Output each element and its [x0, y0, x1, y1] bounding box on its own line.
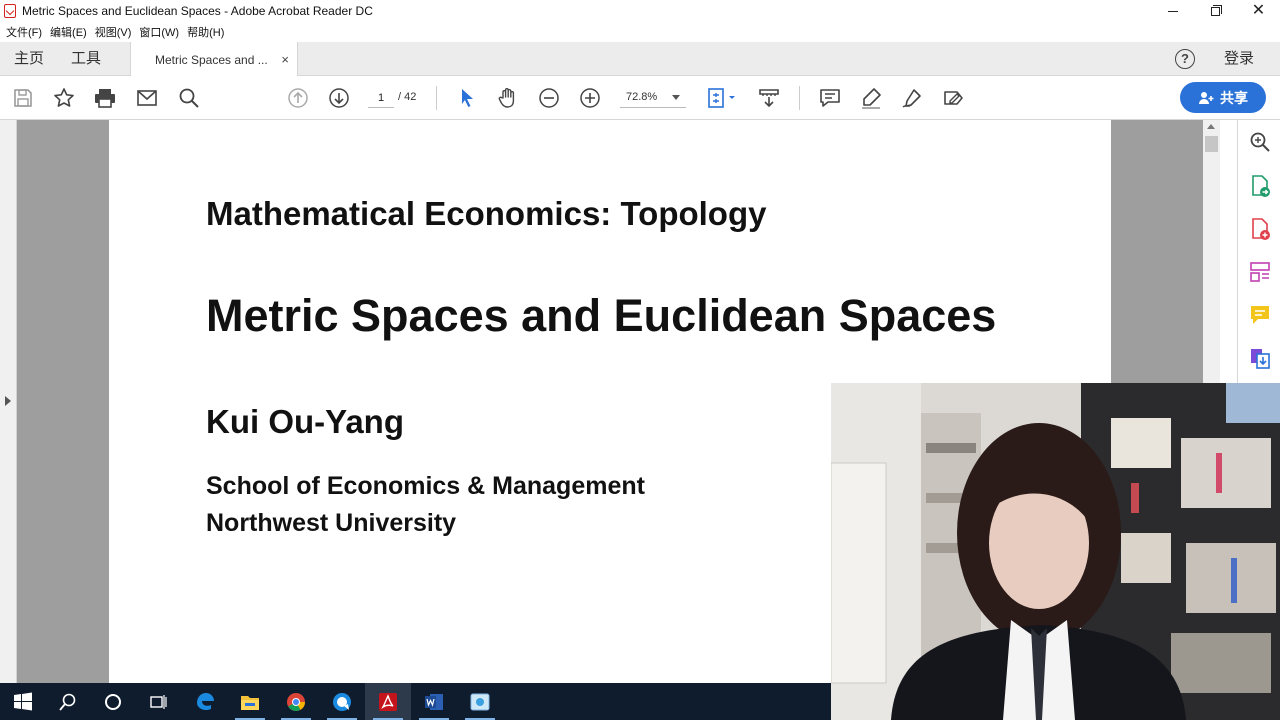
- document-tab-label: Metric Spaces and ...: [155, 52, 268, 67]
- menu-help[interactable]: 帮助(H): [187, 24, 224, 40]
- word-icon[interactable]: [411, 683, 457, 720]
- acrobat-app-icon: [4, 4, 16, 18]
- scroll-mode-icon[interactable]: [757, 86, 781, 110]
- expand-right-icon: [5, 396, 11, 406]
- menu-view[interactable]: 视图(V): [95, 24, 132, 40]
- toolbar-divider: [436, 86, 437, 110]
- tab-document[interactable]: Metric Spaces and ... ×: [130, 42, 298, 77]
- zoom-value: 72.8%: [626, 91, 658, 103]
- menu-file[interactable]: 文件(F): [6, 24, 42, 40]
- cortana-icon[interactable]: [90, 683, 136, 720]
- page-total: / 42: [398, 91, 417, 103]
- restore-button[interactable]: [1194, 0, 1237, 22]
- window-title: Metric Spaces and Euclidean Spaces - Ado…: [22, 4, 373, 18]
- tab-home[interactable]: 主页: [14, 42, 44, 76]
- zoom-out-icon[interactable]: [537, 86, 561, 110]
- scrollbar-thumb[interactable]: [1205, 136, 1218, 152]
- close-tab-icon[interactable]: ×: [281, 52, 289, 67]
- affiliation-university: Northwest University: [206, 509, 457, 537]
- create-pdf-icon[interactable]: [1248, 217, 1272, 241]
- file-explorer-icon[interactable]: [227, 683, 273, 720]
- menu-edit[interactable]: 编辑(E): [50, 24, 87, 40]
- save-icon[interactable]: [11, 86, 35, 110]
- comment-icon[interactable]: [818, 86, 842, 110]
- page-number-input[interactable]: [368, 88, 394, 108]
- scroll-up-icon[interactable]: [1207, 124, 1215, 129]
- fit-page-icon[interactable]: [705, 86, 739, 110]
- highlight-pen-icon[interactable]: [859, 86, 883, 110]
- close-window-button[interactable]: ✕: [1237, 0, 1280, 22]
- document-title: Metric Spaces and Euclidean Spaces: [206, 290, 997, 341]
- menu-bar: 文件(F) 编辑(E) 视图(V) 窗口(W) 帮助(H): [0, 22, 1280, 42]
- send-files-icon[interactable]: [1248, 346, 1272, 370]
- add-user-icon: [1199, 91, 1214, 104]
- affiliation-school: School of Economics & Management: [206, 472, 645, 500]
- screen-capture-icon[interactable]: [457, 683, 503, 720]
- tab-tools[interactable]: 工具: [71, 42, 101, 76]
- hand-tool-icon[interactable]: [496, 86, 520, 110]
- menu-window[interactable]: 窗口(W): [139, 24, 179, 40]
- task-view-icon[interactable]: [135, 683, 181, 720]
- edge-icon[interactable]: [182, 683, 228, 720]
- enhance-zoom-icon[interactable]: [1248, 130, 1272, 154]
- windows-start-icon[interactable]: [0, 683, 46, 720]
- author-name: Kui Ou-Yang: [206, 403, 404, 440]
- webcam-overlay: [831, 383, 1280, 720]
- organize-pages-icon[interactable]: [1248, 260, 1272, 284]
- search-icon[interactable]: [177, 86, 201, 110]
- print-icon[interactable]: [93, 86, 117, 110]
- minimize-icon: [1167, 10, 1178, 12]
- zoom-in-icon[interactable]: [578, 86, 602, 110]
- messenger-icon[interactable]: [319, 683, 365, 720]
- acrobat-icon[interactable]: [365, 683, 411, 720]
- login-button[interactable]: 登录: [1224, 42, 1254, 76]
- toolbar-divider: [799, 86, 800, 110]
- course-title: Mathematical Economics: Topology: [206, 195, 767, 232]
- minimize-button[interactable]: [1151, 0, 1194, 22]
- taskbar: [0, 683, 831, 720]
- title-bar: Metric Spaces and Euclidean Spaces - Ado…: [0, 0, 1280, 22]
- search-icon[interactable]: [45, 683, 91, 720]
- fill-sign-icon[interactable]: [941, 86, 965, 110]
- zoom-dropdown[interactable]: 72.8%: [620, 88, 686, 108]
- share-button[interactable]: 共享: [1180, 82, 1266, 113]
- chrome-icon[interactable]: [273, 683, 319, 720]
- select-cursor-icon[interactable]: [455, 86, 479, 110]
- close-icon: ✕: [1251, 2, 1266, 19]
- comment-tool-icon[interactable]: [1248, 303, 1272, 327]
- prev-page-icon[interactable]: [286, 86, 310, 110]
- share-label: 共享: [1220, 89, 1248, 106]
- toolbar: / 42 72.8% 共享: [0, 76, 1280, 120]
- help-icon[interactable]: ?: [1175, 49, 1195, 69]
- window-controls: ✕: [1151, 0, 1280, 22]
- presenter-video-image: [831, 383, 1280, 720]
- navigation-pane-toggle[interactable]: [0, 120, 17, 683]
- chevron-down-icon: [672, 95, 680, 100]
- bookmark-star-icon[interactable]: [52, 86, 76, 110]
- sign-icon[interactable]: [900, 86, 924, 110]
- email-icon[interactable]: [135, 86, 159, 110]
- export-pdf-icon[interactable]: [1248, 174, 1272, 198]
- restore-icon: [1211, 4, 1222, 16]
- next-page-icon[interactable]: [327, 86, 351, 110]
- tab-bar: 主页 工具 Metric Spaces and ... × ? 登录: [0, 42, 1280, 77]
